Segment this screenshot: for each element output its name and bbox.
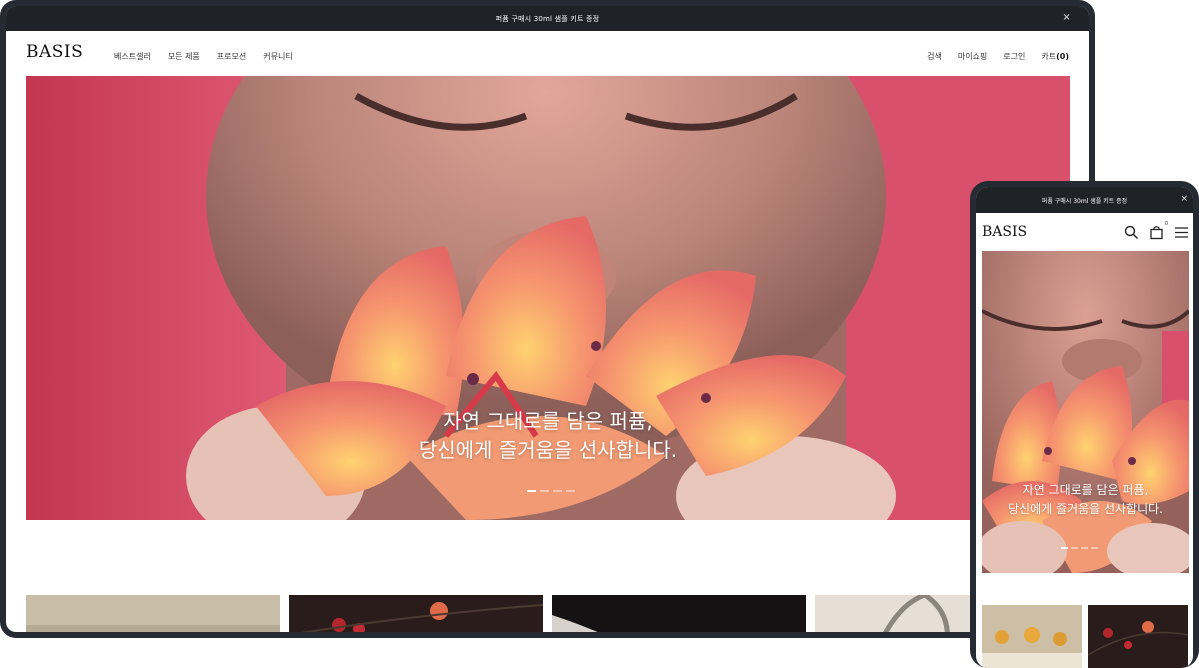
mobile-announcement-bar: 퍼퓸 구매시 30ml 샘플 키트 증정 × bbox=[976, 187, 1193, 213]
product-image bbox=[26, 595, 280, 632]
hero-image bbox=[982, 251, 1189, 573]
nav-left-menu: 베스트셀러 모든 제품 프로모션 커뮤니티 bbox=[114, 51, 293, 62]
mobile-screen: 퍼퓸 구매시 30ml 샘플 키트 증정 × BASIS 0 자연 그대로를 담… bbox=[976, 187, 1193, 668]
hero-line-2: 당신에게 즐거움을 선사합니다. bbox=[418, 438, 678, 462]
slider-pagination bbox=[1061, 547, 1098, 549]
slider-dot[interactable] bbox=[1061, 547, 1068, 549]
product-image bbox=[552, 595, 806, 632]
hero-line-2: 당신에게 즐거움을 선사합니다. bbox=[1008, 502, 1163, 516]
slider-dot[interactable] bbox=[566, 490, 575, 492]
slider-dot[interactable] bbox=[553, 490, 562, 492]
main-navigation: BASIS 베스트셀러 모든 제품 프로모션 커뮤니티 검색 마이쇼핑 로그인 … bbox=[6, 31, 1089, 76]
product-image bbox=[1088, 605, 1188, 668]
slider-dot[interactable] bbox=[1071, 547, 1078, 549]
hamburger-menu-icon[interactable] bbox=[1174, 225, 1189, 240]
product-card[interactable] bbox=[1088, 605, 1188, 668]
brand-logo[interactable]: BASIS bbox=[982, 224, 1027, 240]
nav-item-my-shopping[interactable]: 마이쇼핑 bbox=[958, 51, 987, 62]
announcement-bar: 퍼퓸 구매시 30ml 샘플 키트 증정 × bbox=[6, 6, 1089, 31]
close-icon[interactable]: × bbox=[1180, 194, 1188, 204]
announcement-text: 퍼퓸 구매시 30ml 샘플 키트 증정 bbox=[495, 14, 600, 23]
product-card[interactable] bbox=[552, 595, 806, 632]
mobile-nav-icons: 0 bbox=[1124, 221, 1189, 240]
cart-count: (0) bbox=[1056, 52, 1069, 61]
cart-label: 카트 bbox=[1041, 52, 1057, 61]
nav-item-all-products[interactable]: 모든 제품 bbox=[168, 51, 200, 62]
mobile-hero-headline: 자연 그대로를 담은 퍼퓸, 당신에게 즐거움을 선사합니다. bbox=[982, 481, 1189, 519]
slider-dot[interactable] bbox=[527, 490, 536, 492]
slider-dot[interactable] bbox=[1091, 547, 1098, 549]
hero-line-1: 자연 그대로를 담은 퍼퓸, bbox=[443, 409, 653, 433]
nav-item-promotion[interactable]: 프로모션 bbox=[217, 51, 246, 62]
product-card[interactable] bbox=[289, 595, 543, 632]
hero-line-1: 자연 그대로를 담은 퍼퓸, bbox=[1022, 483, 1149, 497]
brand-logo[interactable]: BASIS bbox=[26, 42, 83, 62]
mobile-announcement-text: 퍼퓸 구매시 30ml 샘플 키트 증정 bbox=[1041, 197, 1128, 205]
nav-right-menu: 검색 마이쇼핑 로그인 카트(0) bbox=[927, 51, 1069, 62]
mobile-navigation: BASIS 0 bbox=[976, 213, 1193, 251]
product-card[interactable] bbox=[26, 595, 280, 632]
shopping-bag-icon[interactable]: 0 bbox=[1149, 221, 1168, 240]
nav-item-login[interactable]: 로그인 bbox=[1003, 51, 1025, 62]
hero-banner[interactable]: 자연 그대로를 담은 퍼퓸, 당신에게 즐거움을 선사합니다. bbox=[26, 76, 1070, 520]
search-icon[interactable] bbox=[1124, 225, 1139, 240]
desktop-screen: 퍼퓸 구매시 30ml 샘플 키트 증정 × BASIS 베스트셀러 모든 제품… bbox=[6, 6, 1089, 632]
slider-dot[interactable] bbox=[1081, 547, 1088, 549]
nav-item-bestseller[interactable]: 베스트셀러 bbox=[114, 51, 151, 62]
product-image bbox=[289, 595, 543, 632]
product-image bbox=[982, 605, 1082, 668]
nav-item-community[interactable]: 커뮤니티 bbox=[263, 51, 292, 62]
nav-item-cart[interactable]: 카트(0) bbox=[1041, 51, 1069, 62]
nav-item-search[interactable]: 검색 bbox=[927, 51, 942, 62]
product-card[interactable] bbox=[982, 605, 1082, 668]
slider-dot[interactable] bbox=[540, 490, 549, 492]
mobile-hero-banner[interactable]: 자연 그대로를 담은 퍼퓸, 당신에게 즐거움을 선사합니다. bbox=[982, 251, 1189, 573]
desktop-device-frame: 퍼퓸 구매시 30ml 샘플 키트 증정 × BASIS 베스트셀러 모든 제품… bbox=[0, 0, 1095, 638]
product-grid bbox=[26, 595, 1069, 632]
close-icon[interactable]: × bbox=[1062, 12, 1071, 24]
cart-badge: 0 bbox=[1164, 221, 1168, 227]
slider-pagination bbox=[527, 490, 575, 492]
mobile-product-grid bbox=[982, 605, 1188, 668]
mobile-device-frame: 퍼퓸 구매시 30ml 샘플 키트 증정 × BASIS 0 자연 그대로를 담… bbox=[970, 181, 1199, 668]
hero-headline: 자연 그대로를 담은 퍼퓸, 당신에게 즐거움을 선사합니다. bbox=[26, 407, 1070, 465]
